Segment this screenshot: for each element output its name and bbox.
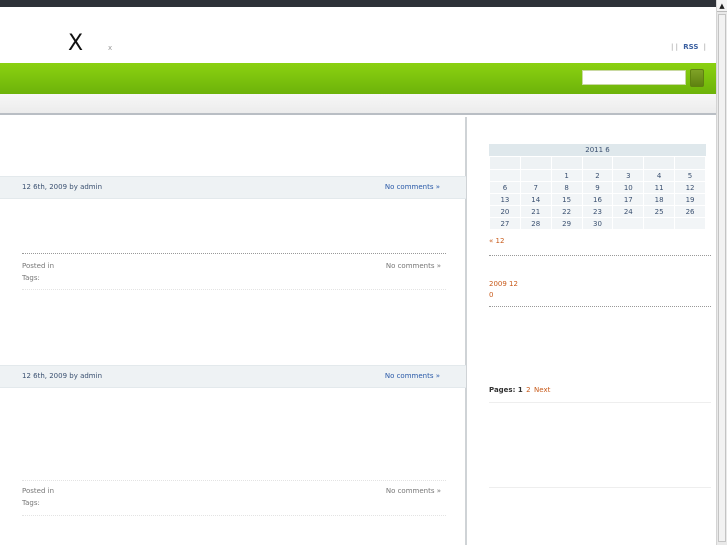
- calendar-day: 29: [551, 218, 582, 229]
- scroll-up-arrow-icon[interactable]: ▲: [717, 0, 727, 12]
- vertical-scrollbar[interactable]: ▲: [716, 0, 727, 545]
- pagination-label: Pages:: [489, 386, 516, 394]
- calendar-day: 3: [613, 170, 644, 181]
- calendar-day: 30: [582, 218, 613, 229]
- calendar-day: 21: [520, 206, 551, 217]
- calendar-day: 10: [613, 182, 644, 193]
- header-links: | | RSS |: [671, 43, 706, 51]
- calendar-widget: 2011 6 1 2 3 4 5 6 7 8 9 10 11 12 13 14 15 16 17 18 19 20 21…: [489, 144, 706, 230]
- calendar-day: 25: [644, 206, 675, 217]
- calendar-day: 26: [675, 206, 705, 217]
- footer-comments-link[interactable]: No comments »: [386, 262, 441, 270]
- browser-top-bar: [0, 0, 727, 7]
- calendar-day: 20: [490, 206, 520, 217]
- calendar-day: 8: [551, 182, 582, 193]
- weekday-header: [582, 157, 613, 169]
- calendar-day: 2: [582, 170, 613, 181]
- calendar-week-row: 12345: [490, 170, 705, 181]
- post-meta-bar: 12 6th, 2009 by admin No comments »: [0, 365, 466, 388]
- sidebar-divider: [489, 255, 711, 256]
- sidebar-divider: [489, 402, 711, 403]
- calendar-day: 4: [644, 170, 675, 181]
- link-separator: |: [675, 43, 678, 51]
- weekday-header: [551, 157, 582, 169]
- posted-in-label: Posted in: [22, 487, 55, 495]
- calendar-day: 12: [675, 182, 705, 193]
- calendar-day: 9: [582, 182, 613, 193]
- tags-label: Tags:: [22, 274, 40, 282]
- calendar-day: 23: [582, 206, 613, 217]
- calendar-day: 6: [490, 182, 520, 193]
- weekday-header: [644, 157, 675, 169]
- calendar-empty-cell: [613, 218, 644, 229]
- site-tagline: x: [108, 44, 113, 52]
- scrollbar-thumb[interactable]: [718, 14, 726, 542]
- post-divider: [22, 253, 446, 254]
- sidebar: 2011 6 1 2 3 4 5 6 7 8 9 10 11 12 13 14 15 16 17 18 19 20 21…: [469, 117, 716, 545]
- weekday-header: [520, 157, 551, 169]
- site-logo[interactable]: X: [68, 31, 83, 56]
- comments-link[interactable]: No comments »: [385, 372, 440, 380]
- calendar-day: 18: [644, 194, 675, 205]
- calendar-empty-cell: [520, 170, 551, 181]
- site-header: X x | | RSS |: [0, 7, 716, 63]
- pagination-next[interactable]: Next: [534, 386, 550, 394]
- calendar-day: 17: [613, 194, 644, 205]
- calendar-day: 28: [520, 218, 551, 229]
- pagination: Pages: 1 2 Next: [489, 386, 550, 394]
- post-date-author: 12 6th, 2009 by admin: [22, 372, 103, 380]
- calendar-day: 11: [644, 182, 675, 193]
- weekday-header: [613, 157, 644, 169]
- calendar-day: 13: [490, 194, 520, 205]
- calendar-caption: 2011 6: [489, 144, 706, 156]
- post-footer-divider: [22, 515, 446, 516]
- link-separator: |: [671, 43, 674, 51]
- sub-navigation-bar: [0, 94, 716, 115]
- calendar-day: 5: [675, 170, 705, 181]
- calendar-empty-cell: [644, 218, 675, 229]
- post-meta-bar: 12 6th, 2009 by admin No comments »: [0, 176, 466, 199]
- post-divider: [22, 480, 446, 481]
- calendar-day: 14: [520, 194, 551, 205]
- archive-count: 0: [489, 291, 494, 299]
- calendar-day: 27: [490, 218, 520, 229]
- rss-link[interactable]: RSS: [683, 43, 698, 51]
- calendar-week-row: 27 28 29 30: [490, 218, 705, 229]
- archive-month-link[interactable]: 2009 12: [489, 279, 518, 289]
- weekday-header: [675, 157, 705, 169]
- calendar-week-row: 20 21 22 23 24 25 26: [490, 206, 705, 217]
- calendar-prev-link[interactable]: « 12: [489, 237, 504, 245]
- calendar-day: 22: [551, 206, 582, 217]
- tags-label: Tags:: [22, 499, 40, 507]
- pagination-current: 1: [517, 386, 523, 394]
- posted-in-label: Posted in: [22, 262, 55, 270]
- search-input[interactable]: [582, 70, 686, 85]
- pagination-page-2[interactable]: 2: [526, 386, 530, 394]
- navigation-bar: [0, 63, 716, 94]
- post-date-author: 12 6th, 2009 by admin: [22, 183, 103, 191]
- calendar-day: 15: [551, 194, 582, 205]
- calendar-empty-cell: [490, 170, 520, 181]
- calendar-weekday-row: [490, 157, 705, 169]
- calendar-day: 7: [520, 182, 551, 193]
- calendar-week-row: 13 14 15 16 17 18 19: [490, 194, 705, 205]
- calendar-empty-cell: [675, 218, 705, 229]
- calendar-day: 24: [613, 206, 644, 217]
- calendar-day: 19: [675, 194, 705, 205]
- footer-comments-link[interactable]: No comments »: [386, 487, 441, 495]
- calendar-day: 1: [551, 170, 582, 181]
- comments-link[interactable]: No comments »: [385, 183, 440, 191]
- link-separator: |: [703, 43, 706, 51]
- search-button[interactable]: [690, 69, 704, 87]
- main-content: 12 6th, 2009 by admin No comments » Post…: [0, 117, 467, 545]
- weekday-header: [490, 157, 520, 169]
- sidebar-divider: [489, 487, 711, 488]
- calendar-day: 16: [582, 194, 613, 205]
- sidebar-divider: [489, 306, 711, 307]
- calendar-week-row: 6 7 8 9 10 11 12: [490, 182, 705, 193]
- post-footer-divider: [22, 289, 446, 290]
